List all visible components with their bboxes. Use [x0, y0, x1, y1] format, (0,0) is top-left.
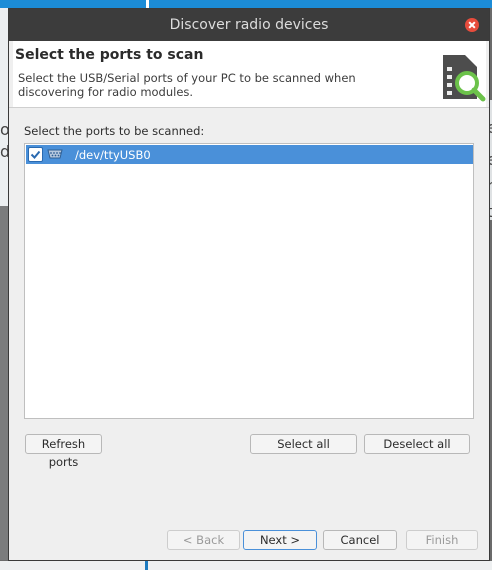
ports-label: Select the ports to be scanned:: [24, 124, 205, 138]
serial-port-icon: [47, 149, 63, 159]
dialog-titlebar[interactable]: Discover radio devices: [9, 9, 489, 41]
deselect-all-button[interactable]: Deselect all: [364, 434, 470, 454]
list-item[interactable]: /dev/ttyUSB0: [26, 145, 473, 164]
dialog-title: Discover radio devices: [169, 17, 329, 33]
background-app-panel: [0, 8, 8, 206]
checkmark-icon: [30, 150, 41, 159]
ports-list[interactable]: /dev/ttyUSB0: [24, 143, 474, 419]
wizard-header: Select the ports to scan Select the USB/…: [13, 41, 486, 107]
select-all-button[interactable]: Select all: [250, 434, 357, 454]
refresh-ports-button[interactable]: Refresh ports: [25, 434, 102, 469]
discover-radio-dialog: Discover radio devices Select the ports …: [8, 8, 490, 561]
page-description: Select the USB/Serial ports of your PC t…: [18, 71, 356, 99]
page-title: Select the ports to scan: [15, 47, 204, 63]
module-search-icon: [443, 55, 486, 102]
background-app-header: [0, 0, 492, 8]
next-button[interactable]: Next >: [243, 530, 317, 550]
header-divider: [9, 107, 489, 108]
port-name: /dev/ttyUSB0: [75, 148, 151, 162]
cancel-button[interactable]: Cancel: [323, 530, 397, 550]
back-button[interactable]: < Back: [167, 530, 240, 550]
background-app-shade: [0, 206, 8, 560]
close-icon[interactable]: [465, 18, 479, 32]
port-checkbox[interactable]: [28, 147, 43, 162]
background-app-footer: [0, 561, 492, 570]
finish-button[interactable]: Finish: [406, 530, 478, 550]
